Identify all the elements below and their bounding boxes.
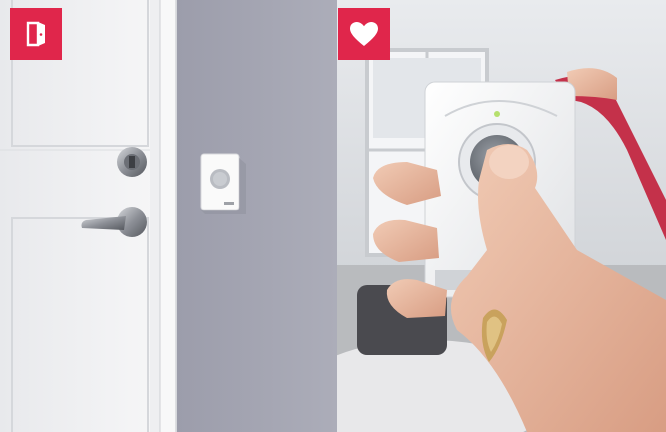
door-scene-panel bbox=[0, 0, 337, 432]
receiver-scene-panel bbox=[337, 0, 666, 432]
heart-icon-badge bbox=[338, 8, 390, 60]
door-icon-badge bbox=[10, 8, 62, 60]
receiver-scene-illustration bbox=[337, 0, 666, 432]
heart-icon bbox=[350, 22, 378, 46]
door-scene-illustration bbox=[0, 0, 337, 432]
product-image-frame bbox=[0, 0, 666, 432]
door-icon bbox=[26, 21, 45, 47]
